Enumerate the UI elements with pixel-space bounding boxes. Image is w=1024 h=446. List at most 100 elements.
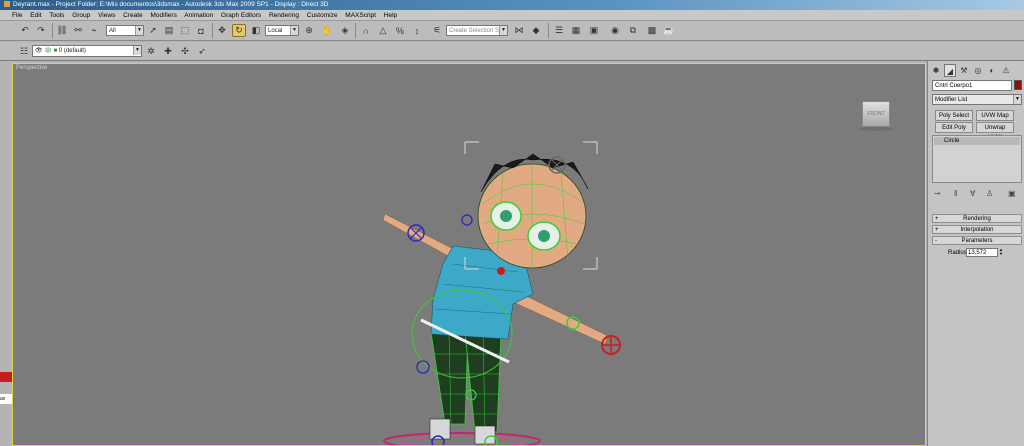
- named-selection-dropdown[interactable]: Create Selection Se ▼: [446, 25, 508, 36]
- rendered-frame-window-icon[interactable]: ▩: [645, 24, 659, 37]
- menu-customize[interactable]: Customize: [307, 12, 338, 19]
- reference-coordinate-dropdown[interactable]: Local ▼: [265, 25, 299, 36]
- modifier-stack-tools: ⊸ ‖ ∀ ♙ ▣: [932, 189, 1022, 201]
- menu-help[interactable]: Help: [384, 12, 397, 19]
- remove-modifier-icon[interactable]: ♙: [986, 189, 993, 198]
- create-tab-icon[interactable]: ✱: [930, 64, 942, 77]
- edit-named-selections-icon[interactable]: ⚟: [430, 24, 444, 37]
- spinner-snap-icon[interactable]: ↕: [410, 24, 424, 37]
- select-and-manipulate-icon[interactable]: ✋: [320, 24, 334, 37]
- menu-group[interactable]: Group: [72, 12, 90, 19]
- rollout-toggle: +: [935, 227, 939, 233]
- configure-modifier-sets-icon[interactable]: ▣: [1008, 189, 1016, 198]
- interpolation-rollout[interactable]: + Interpolation: [932, 225, 1022, 234]
- viewcube-compass[interactable]: [858, 127, 894, 131]
- radius-input[interactable]: 13,572: [966, 248, 998, 257]
- character-head: [477, 153, 589, 269]
- bind-space-warp-icon[interactable]: ⌁: [87, 24, 101, 37]
- select-and-scale-icon[interactable]: ◧: [249, 24, 263, 37]
- toolbar-separator: [548, 23, 549, 38]
- pivot-center-icon[interactable]: ⊕: [302, 24, 316, 37]
- viewcube[interactable]: FRONT: [862, 101, 890, 127]
- layer-manager-icon[interactable]: ☷: [17, 45, 31, 58]
- percent-snap-icon[interactable]: %: [393, 24, 407, 37]
- undo-icon[interactable]: ↶: [18, 24, 32, 37]
- unwrap-uvw-button[interactable]: Unwrap UVW: [976, 122, 1014, 141]
- add-to-layer-icon[interactable]: ✚: [161, 45, 175, 58]
- layer-visibility-icon: 👁: [35, 48, 43, 54]
- unlink-icon[interactable]: ⚯: [71, 24, 85, 37]
- window-crossing-icon[interactable]: ◘: [194, 24, 208, 37]
- material-editor-icon[interactable]: ◉: [608, 24, 622, 37]
- menu-rendering[interactable]: Rendering: [269, 12, 299, 19]
- poly-select-button[interactable]: Poly Select: [935, 110, 973, 121]
- toolbar-separator: [355, 23, 356, 38]
- menu-edit[interactable]: Edit: [30, 12, 41, 19]
- layer-manager-icon[interactable]: ☰: [552, 24, 566, 37]
- rollout-title: Interpolation: [960, 227, 994, 233]
- rollout-title: Rendering: [963, 216, 991, 222]
- main-toolbar: ↶ ↷ ⛓ ⚯ ⌁ All ▼ ➚ ▤ ⬚ ◘ ✥ ↻ ◧ Local ▼ ⊕ …: [0, 21, 1024, 41]
- create-layer-icon[interactable]: ✲: [144, 45, 158, 58]
- left-elbow-control: [461, 214, 473, 226]
- select-and-rotate-icon[interactable]: ↻: [232, 24, 246, 37]
- object-name-field[interactable]: Cntrl Cuerpo1: [932, 80, 1012, 91]
- menu-graph-editors[interactable]: Graph Editors: [221, 12, 261, 19]
- menu-create[interactable]: Create: [123, 12, 143, 19]
- edit-poly-button[interactable]: Edit Poly: [935, 122, 973, 133]
- render-production-icon[interactable]: ☕: [662, 24, 676, 37]
- keyboard-shortcut-override-icon[interactable]: ◈: [338, 24, 352, 37]
- chevron-down-icon: ▼: [135, 26, 143, 35]
- hierarchy-tab-icon[interactable]: ⚒: [958, 64, 970, 77]
- curve-editor-icon[interactable]: ▦: [569, 24, 583, 37]
- motion-tab-icon[interactable]: ◎: [972, 64, 984, 77]
- menu-tools[interactable]: Tools: [49, 12, 64, 19]
- modifier-stack-item[interactable]: Circle: [934, 137, 1020, 145]
- left-panel-field[interactable]: ax: [0, 394, 12, 404]
- select-in-layer-icon[interactable]: ✣: [178, 45, 192, 58]
- menu-file[interactable]: File: [12, 12, 22, 19]
- command-panel: ✱ ◢ ⚒ ◎ ◐ ⚠ Cntrl Cuerpo1 Modifier List …: [927, 61, 1024, 446]
- object-color-swatch[interactable]: [1014, 80, 1022, 90]
- left-panel-red-swatch: [0, 372, 12, 382]
- mirror-icon[interactable]: ⋈: [512, 24, 526, 37]
- radius-spinner-arrows[interactable]: ▲ ▼: [999, 248, 1004, 257]
- align-icon[interactable]: ◆: [529, 24, 543, 37]
- rectangular-selection-icon[interactable]: ⬚: [178, 24, 192, 37]
- pin-stack-icon[interactable]: ⊸: [934, 189, 941, 198]
- left-panel-field-text: ax: [0, 396, 6, 402]
- menu-maxscript[interactable]: MAXScript: [345, 12, 376, 19]
- layer-dropdown[interactable]: 👁 ❄ ■ 0 (default) ▼: [32, 45, 142, 57]
- render-setup-icon[interactable]: ⧉: [626, 24, 640, 37]
- select-and-move-icon[interactable]: ✥: [215, 24, 229, 37]
- make-unique-icon[interactable]: ∀: [970, 189, 975, 198]
- character-rig-scene: [382, 141, 621, 445]
- modify-tab-icon[interactable]: ◢: [944, 64, 956, 77]
- reference-coordinate-value: Local: [268, 28, 283, 34]
- selection-filter-dropdown[interactable]: All ▼: [106, 25, 144, 36]
- redo-icon[interactable]: ↷: [34, 24, 48, 37]
- uvw-map-button[interactable]: UVW Map: [976, 110, 1014, 121]
- modifier-list-dropdown[interactable]: Modifier List ▼: [932, 94, 1022, 105]
- window-title: Deyrant.max - Project Folder: E:\Mis doc…: [13, 1, 329, 8]
- menu-views[interactable]: Views: [98, 12, 115, 19]
- utilities-tab-icon[interactable]: ⚠: [1000, 64, 1012, 77]
- command-panel-tabs: ✱ ◢ ⚒ ◎ ◐ ⚠: [930, 64, 1023, 78]
- display-tab-icon[interactable]: ◐: [986, 64, 998, 77]
- snap-toggle-icon[interactable]: ∩: [359, 24, 373, 37]
- angle-snap-icon[interactable]: △: [376, 24, 390, 37]
- set-current-layer-icon[interactable]: ➶: [195, 45, 209, 58]
- window-titlebar: Deyrant.max - Project Folder: E:\Mis doc…: [0, 0, 1024, 10]
- select-by-name-icon[interactable]: ▤: [162, 24, 176, 37]
- toolbar-separator: [52, 23, 53, 38]
- select-object-icon[interactable]: ➚: [146, 24, 160, 37]
- menu-modifiers[interactable]: Modifiers: [150, 12, 176, 19]
- chevron-down-icon: ▼: [133, 46, 141, 55]
- select-and-link-icon[interactable]: ⛓: [55, 24, 69, 37]
- parameters-rollout[interactable]: - Parameters: [932, 236, 1022, 245]
- schematic-view-icon[interactable]: ▣: [587, 24, 601, 37]
- show-end-result-icon[interactable]: ‖: [954, 189, 957, 198]
- menu-animation[interactable]: Animation: [184, 12, 213, 19]
- rendering-rollout[interactable]: + Rendering: [932, 214, 1022, 223]
- perspective-viewport[interactable]: Perspective FRONT: [12, 63, 926, 446]
